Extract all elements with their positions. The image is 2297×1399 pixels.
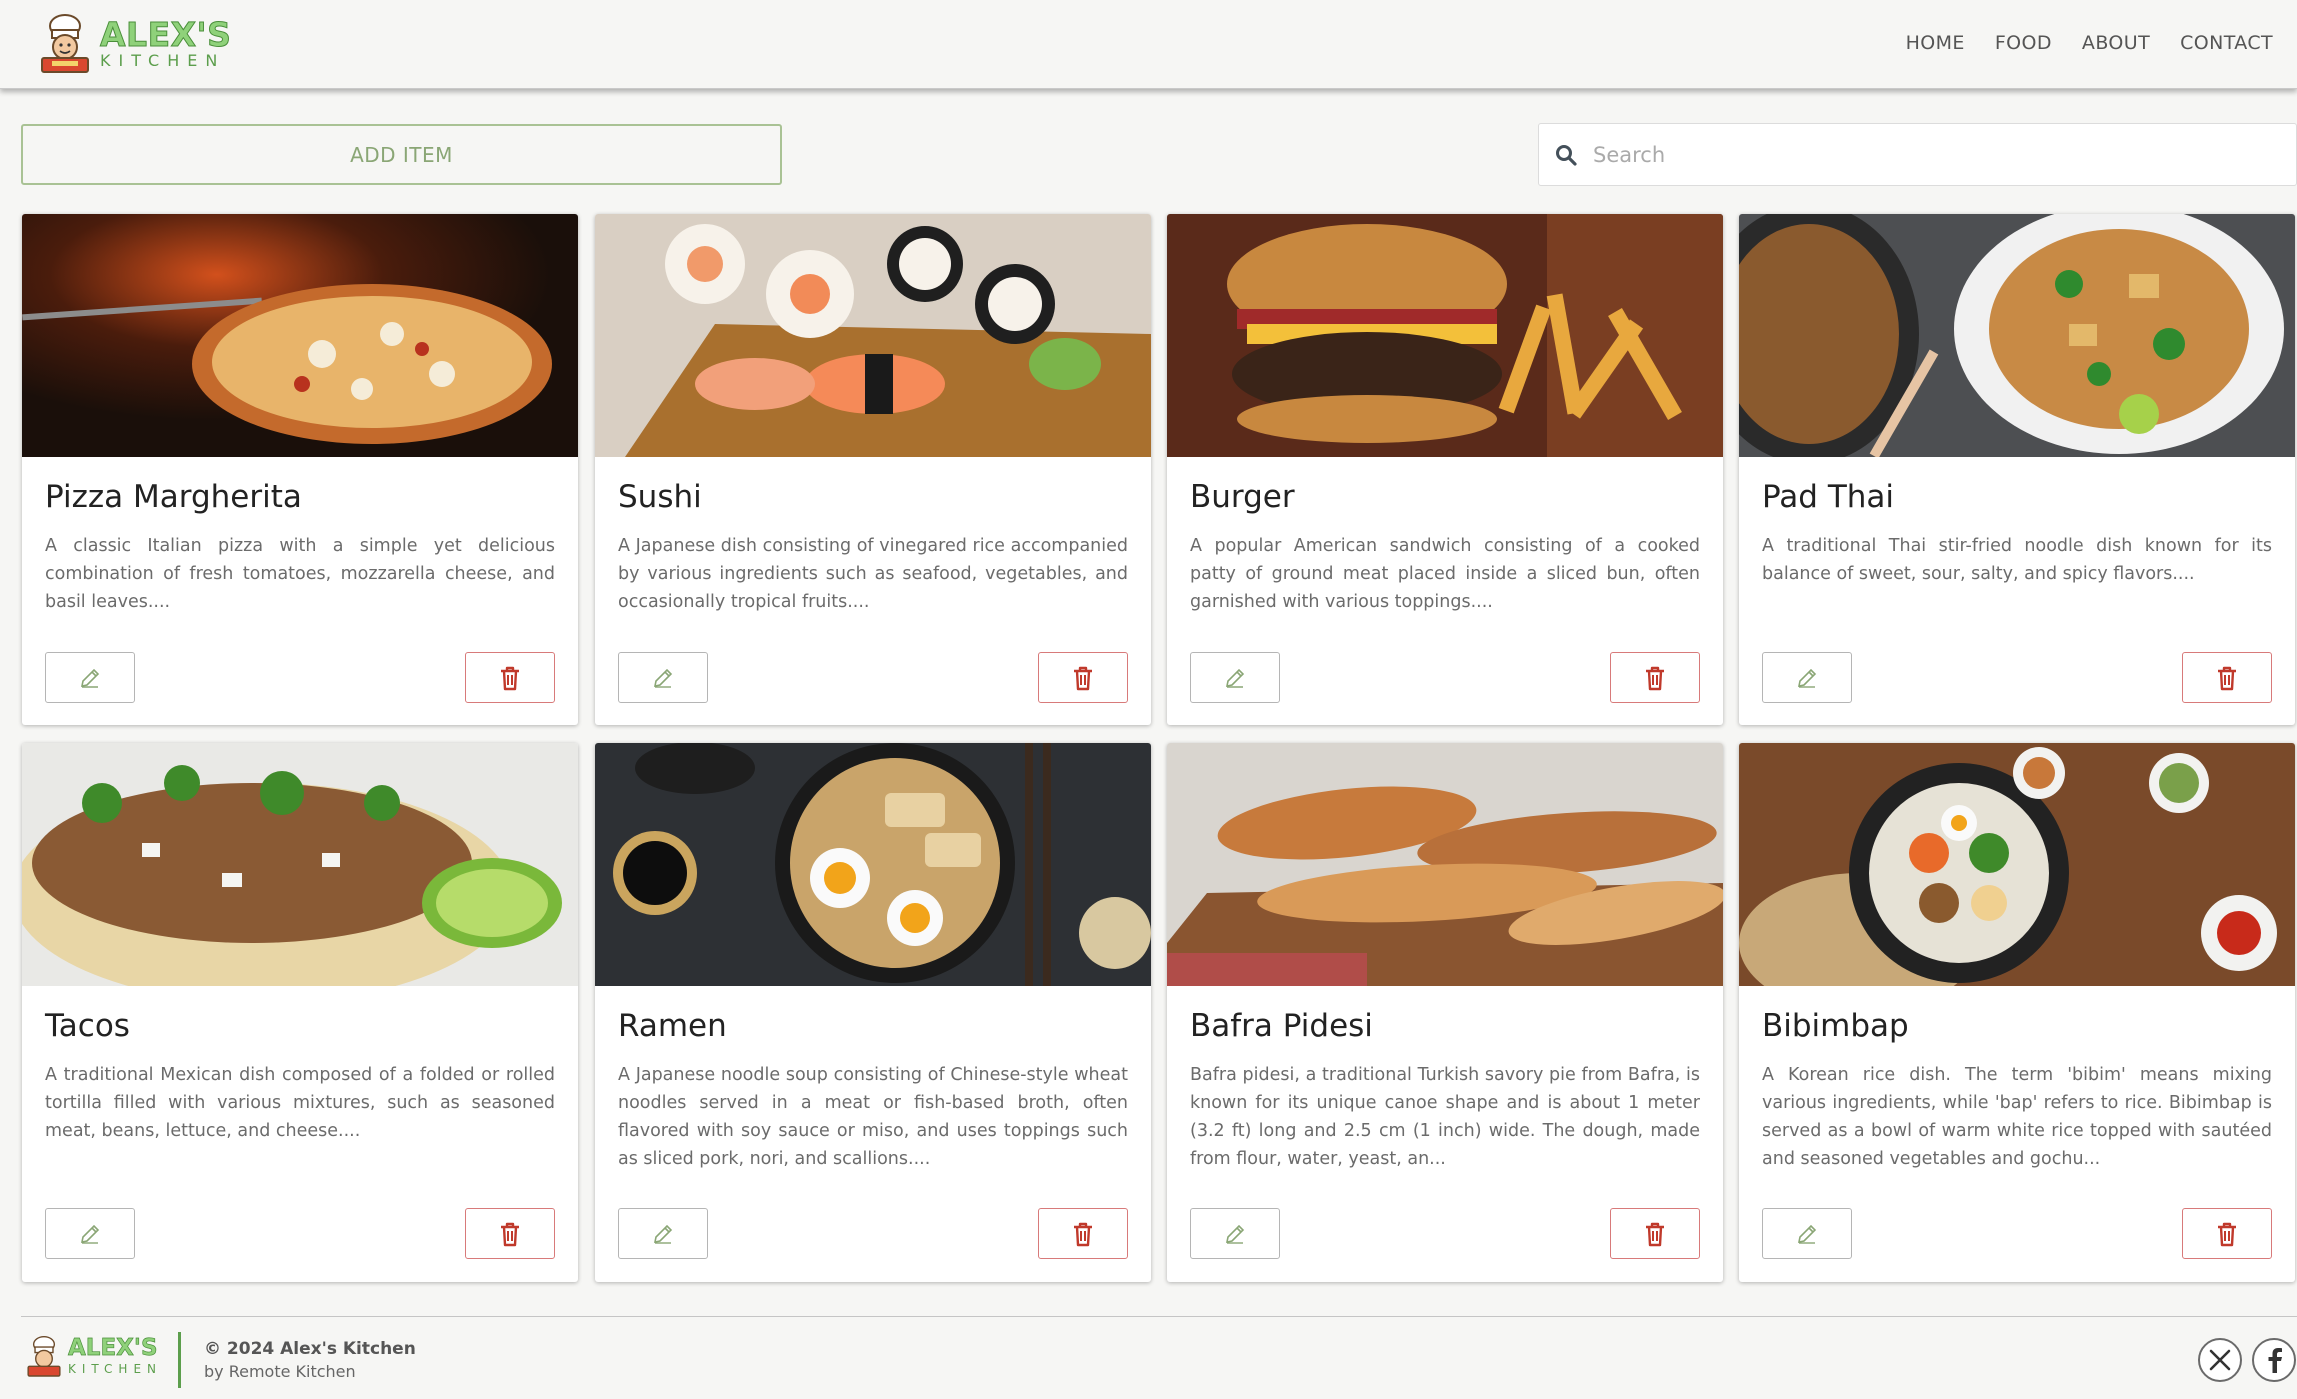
footer-brand-subtitle: KITCHEN xyxy=(68,1361,162,1376)
edit-button[interactable] xyxy=(618,1208,708,1259)
delete-button[interactable] xyxy=(2182,1208,2272,1259)
footer-brand-title: ALEX'S xyxy=(68,1334,158,1361)
edit-button[interactable] xyxy=(1190,1208,1280,1259)
trash-icon xyxy=(1646,1222,1664,1246)
card-title: Sushi xyxy=(618,479,702,515)
nav-about[interactable]: ABOUT xyxy=(2082,32,2150,54)
edit-button[interactable] xyxy=(1762,1208,1852,1259)
facebook-social-link[interactable] xyxy=(2252,1338,2296,1382)
pide-image xyxy=(1167,743,1723,986)
card-title: Pizza Margherita xyxy=(45,479,302,515)
card-title: Bibimbap xyxy=(1762,1008,1909,1044)
card-title: Ramen xyxy=(618,1008,727,1044)
x-icon xyxy=(2209,1349,2231,1371)
edit-button[interactable] xyxy=(1190,652,1280,703)
trash-icon xyxy=(1074,666,1092,690)
footer-vertical-divider xyxy=(178,1332,181,1388)
pizza-image xyxy=(22,214,578,457)
card-description: A Japanese noodle soup consisting of Chi… xyxy=(618,1065,1128,1169)
food-card: Bafra Pidesi Bafra pidesi, a traditional… xyxy=(1167,743,1723,1282)
bibimbap-image xyxy=(1739,743,2295,986)
card-description: A classic Italian pizza with a simple ye… xyxy=(45,536,555,612)
pencil-icon xyxy=(80,1224,100,1244)
edit-button[interactable] xyxy=(1762,652,1852,703)
card-description: A popular American sandwich consisting o… xyxy=(1190,536,1700,612)
food-card: Tacos A traditional Mexican dish compose… xyxy=(22,743,578,1282)
site-logo[interactable]: ALEX'S KITCHEN xyxy=(36,12,231,74)
trash-icon xyxy=(501,666,519,690)
pencil-icon xyxy=(1797,1224,1817,1244)
food-card: Burger A popular American sandwich consi… xyxy=(1167,214,1723,725)
tacos-image xyxy=(22,743,578,986)
trash-icon xyxy=(1074,1222,1092,1246)
food-card: Pad Thai A traditional Thai stir-fried n… xyxy=(1739,214,2295,725)
card-description: A Korean rice dish. The term 'bibim' mea… xyxy=(1762,1065,2272,1169)
pad-thai-image xyxy=(1739,214,2295,457)
search-icon xyxy=(1556,144,1577,166)
facebook-icon xyxy=(2268,1348,2282,1373)
top-navbar: ALEX'S KITCHEN HOME FOOD ABOUT CONTACT xyxy=(0,0,2297,89)
trash-icon xyxy=(1646,666,1664,690)
chef-mascot-icon xyxy=(41,14,89,73)
sushi-image xyxy=(595,214,1151,457)
card-description: A traditional Mexican dish composed of a… xyxy=(45,1065,555,1141)
delete-button[interactable] xyxy=(465,652,555,703)
x-social-link[interactable] xyxy=(2198,1338,2242,1382)
card-title: Pad Thai xyxy=(1762,479,1895,515)
card-title: Tacos xyxy=(45,1008,130,1044)
footer-divider-line xyxy=(21,1316,2297,1317)
edit-button[interactable] xyxy=(45,1208,135,1259)
nav-home[interactable]: HOME xyxy=(1906,32,1965,54)
ramen-image xyxy=(595,743,1151,986)
main-nav: HOME FOOD ABOUT CONTACT xyxy=(1906,32,2273,54)
footer-credit: by Remote Kitchen xyxy=(204,1362,356,1381)
delete-button[interactable] xyxy=(2182,652,2272,703)
card-description: A Japanese dish consisting of vinegared … xyxy=(618,536,1128,612)
pencil-icon xyxy=(653,668,673,688)
nav-contact[interactable]: CONTACT xyxy=(2180,32,2273,54)
pencil-icon xyxy=(1225,668,1245,688)
card-description: A traditional Thai stir-fried noodle dis… xyxy=(1762,536,2272,584)
brand-title: ALEX'S xyxy=(99,14,232,54)
search-input[interactable] xyxy=(1593,142,2193,167)
chef-mascot-icon xyxy=(27,1335,61,1377)
footer-logo[interactable]: ALEX'S KITCHEN xyxy=(24,1334,162,1378)
delete-button[interactable] xyxy=(465,1208,555,1259)
edit-button[interactable] xyxy=(618,652,708,703)
card-description: Bafra pidesi, a traditional Turkish savo… xyxy=(1190,1065,1700,1169)
card-title: Bafra Pidesi xyxy=(1190,1008,1373,1044)
search-box xyxy=(1538,123,2297,186)
delete-button[interactable] xyxy=(1610,1208,1700,1259)
food-card: Ramen A Japanese noodle soup consisting … xyxy=(595,743,1151,1282)
footer-copyright: © 2024 Alex's Kitchen xyxy=(204,1339,416,1359)
card-title: Burger xyxy=(1190,479,1295,515)
nav-food[interactable]: FOOD xyxy=(1995,32,2052,54)
pencil-icon xyxy=(1797,668,1817,688)
burger-image xyxy=(1167,214,1723,457)
pencil-icon xyxy=(1225,1224,1245,1244)
delete-button[interactable] xyxy=(1610,652,1700,703)
food-card: Sushi A Japanese dish consisting of vine… xyxy=(595,214,1151,725)
pencil-icon xyxy=(653,1224,673,1244)
edit-button[interactable] xyxy=(45,652,135,703)
add-item-button[interactable]: ADD ITEM xyxy=(21,124,782,185)
pencil-icon xyxy=(80,668,100,688)
delete-button[interactable] xyxy=(1038,1208,1128,1259)
delete-button[interactable] xyxy=(1038,652,1128,703)
trash-icon xyxy=(2218,1222,2236,1246)
food-card: Pizza Margherita A classic Italian pizza… xyxy=(22,214,578,725)
food-card: Bibimbap A Korean rice dish. The term 'b… xyxy=(1739,743,2295,1282)
trash-icon xyxy=(2218,666,2236,690)
trash-icon xyxy=(501,1222,519,1246)
brand-subtitle: KITCHEN xyxy=(100,50,226,70)
